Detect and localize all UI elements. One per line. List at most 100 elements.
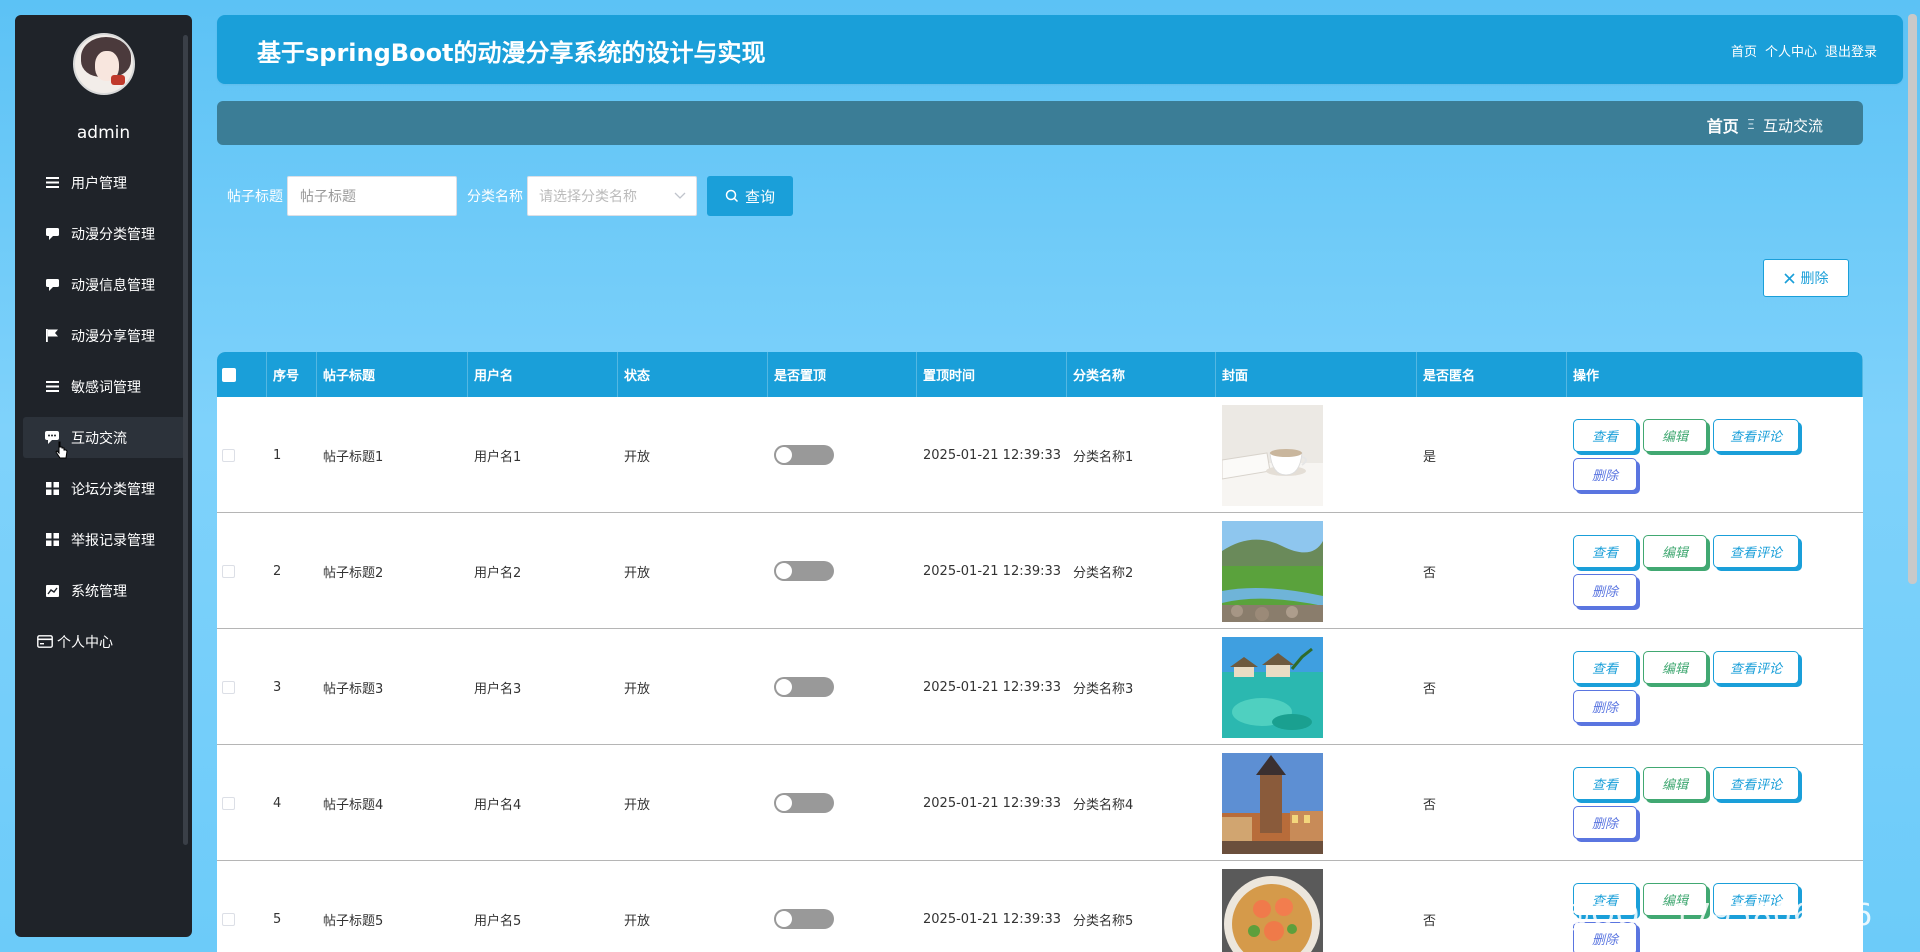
cell-category: 分类名称4 [1073,797,1134,813]
grid-icon [45,533,59,546]
sidebar-item-label: 论坛分类管理 [71,481,155,498]
sidebar-item-1[interactable]: 用户管理 [23,162,185,203]
sidebar-item-label: 动漫分类管理 [71,226,155,243]
cell-post-title: 帖子标题4 [323,797,384,813]
table-row: 4 帖子标题4 用户名4 开放 2025-01-21 12:39:33 分类名称4 否 查看编… [217,745,1863,861]
edit-button[interactable]: 编辑 [1643,419,1708,452]
delete-button[interactable]: 删除 [1573,458,1638,491]
close-icon [1783,272,1795,284]
sidebar-item-label: 举报记录管理 [71,532,155,549]
sidebar: admin 用户管理动漫分类管理动漫信息管理 动漫分享管理 敏感词管理互动交流论坛分… [15,15,192,937]
delete-button[interactable]: 删除 [1573,574,1638,607]
column-header: 是否匿名 [1417,352,1567,397]
row-select-cell [217,397,267,513]
grid-icon [45,482,59,495]
sidebar-item-5[interactable]: 敏感词管理 [23,366,185,407]
view-button[interactable]: 查看 [1573,767,1638,800]
sidebar-item-9[interactable]: 系统管理 [23,570,185,611]
pinned-toggle[interactable] [774,677,834,697]
select-all-checkbox[interactable] [222,367,236,382]
sidebar-scrollbar[interactable] [183,35,188,845]
view-comments-button[interactable]: 查看评论 [1713,419,1800,452]
cell-pinned [768,513,917,629]
sidebar-item-personal-center[interactable]: 个人中心 [23,621,185,662]
cell-actions: 查看 编辑 查看评论删除 [1567,745,1863,861]
row-checkbox[interactable] [222,912,235,926]
cell-anonymous: 否 [1423,681,1437,697]
query-button[interactable]: 查询 [707,176,793,216]
search-icon [725,189,739,203]
header-link-logout[interactable]: 退出登录 [1825,41,1877,60]
sidebar-item-label: 互动交流 [71,430,127,447]
cell-pinned [768,861,917,952]
cell-category: 分类名称2 [1073,565,1134,581]
breadcrumb: 首页 Ξ 互动交流 [1707,113,1823,137]
view-comments-button[interactable]: 查看评论 [1713,767,1800,800]
cover-image[interactable] [1222,520,1323,622]
query-button-label: 查询 [744,187,775,206]
cell-actions: 查看 编辑 查看评论删除 [1567,629,1863,745]
sidebar-item-8[interactable]: 举报记录管理 [23,519,185,560]
cell-category: 分类名称3 [1073,681,1134,697]
sidebar-item-7[interactable]: 论坛分类管理 [23,468,185,509]
title-search-input[interactable]: 帖子标题 [287,176,457,216]
card-icon [37,635,53,648]
header-link-home[interactable]: 首页 [1731,41,1757,60]
pinned-toggle[interactable] [774,561,834,581]
edit-button[interactable]: 编辑 [1643,535,1708,568]
mouse-cursor-icon [55,441,68,459]
view-button[interactable]: 查看 [1573,419,1638,452]
batch-delete-button[interactable]: 删除 [1763,259,1849,297]
breadcrumb-home[interactable]: 首页 [1707,113,1739,137]
column-header: 是否置顶 [768,352,917,397]
row-checkbox[interactable] [222,448,235,462]
list-icon [45,381,59,393]
cell-post-title: 帖子标题1 [323,449,384,465]
column-header: 置顶时间 [917,352,1067,397]
sidebar-item-4[interactable]: 动漫分享管理 [23,315,185,356]
header-link-profile[interactable]: 个人中心 [1765,41,1817,60]
view-button[interactable]: 查看 [1573,535,1638,568]
cell-index: 4 [273,795,282,811]
title-filter-label: 帖子标题 [227,189,283,205]
row-checkbox[interactable] [222,564,235,578]
cover-image[interactable] [1222,752,1323,854]
username: admin [76,123,131,143]
sidebar-item-3[interactable]: 动漫信息管理 [23,264,185,305]
sidebar-item-6[interactable]: 互动交流 [23,417,185,458]
sidebar-item-2[interactable]: 动漫分类管理 [23,213,185,254]
row-checkbox[interactable] [222,796,235,810]
category-select[interactable]: 请选择分类名称 [527,176,697,216]
view-comments-button[interactable]: 查看评论 [1713,651,1800,684]
cell-pinned-time: 2025-01-21 12:39:33 [923,795,1062,811]
pinned-toggle[interactable] [774,445,834,465]
cell-anonymous: 否 [1423,565,1437,581]
page-scrollbar[interactable] [1908,14,1917,584]
edit-button[interactable]: 编辑 [1643,767,1708,800]
cell-status: 开放 [624,681,651,697]
cover-image[interactable] [1222,868,1323,952]
cell-index: 1 [273,447,282,463]
column-header: 分类名称 [1067,352,1216,397]
row-checkbox[interactable] [222,680,235,694]
cell-status: 开放 [624,449,651,465]
view-comments-button[interactable]: 查看评论 [1713,535,1800,568]
comment-icon [45,227,59,240]
cell-username: 用户名5 [474,913,522,929]
pinned-toggle[interactable] [774,909,834,929]
sidebar-item-label: 系统管理 [71,583,127,600]
table-row: 3 帖子标题3 用户名3 开放 2025-01-21 12:39:33 分类名称3 否 查看编… [217,629,1863,745]
delete-button[interactable]: 删除 [1573,690,1638,723]
avatar[interactable] [73,33,135,95]
edit-button[interactable]: 编辑 [1643,651,1708,684]
view-button[interactable]: 查看 [1573,651,1638,684]
cover-image[interactable] [1222,636,1323,738]
delete-button[interactable]: 删除 [1573,806,1638,839]
cell-pinned-time: 2025-01-21 12:39:33 [923,679,1062,695]
breadcrumb-bar: 首页 Ξ 互动交流 [217,101,1863,145]
cover-image[interactable] [1222,404,1323,506]
category-select-placeholder: 请选择分类名称 [539,189,637,205]
pinned-toggle[interactable] [774,793,834,813]
sidebar-item-label: 用户管理 [71,175,127,192]
batch-delete-label: 删除 [1800,271,1829,287]
